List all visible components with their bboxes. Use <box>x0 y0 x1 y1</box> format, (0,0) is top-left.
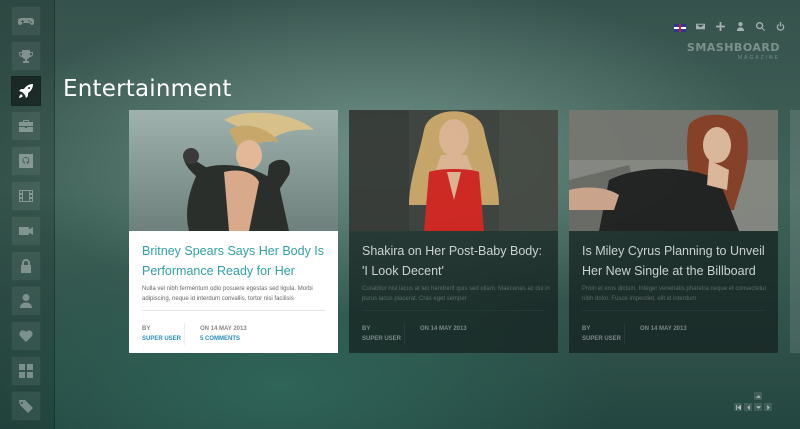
article-title[interactable]: Shakira on Her Post-Baby Body: 'I Look D… <box>362 241 547 281</box>
briefcase-icon <box>19 120 33 132</box>
article-title[interactable]: Is Miley Cyrus Planning to Unveil Her Ne… <box>582 241 767 281</box>
first-page-icon <box>735 404 741 410</box>
article-date-meta: ON 14 MAY 2013 <box>640 324 687 334</box>
pager-first-button[interactable] <box>734 403 742 411</box>
language-button[interactable] <box>672 19 688 33</box>
github-icon <box>19 154 33 168</box>
uk-flag-icon <box>674 23 686 32</box>
divider <box>142 310 325 311</box>
by-label: BY <box>582 326 591 332</box>
article-body: Is Miley Cyrus Planning to Unveil Her Ne… <box>569 231 778 353</box>
article-card[interactable]: Is Miley Cyrus Planning to Unveil Her Ne… <box>569 110 778 353</box>
tags-icon <box>19 400 33 413</box>
sidebar-item-business[interactable] <box>11 111 41 141</box>
photo-britney <box>129 110 338 231</box>
article-excerpt: Nulla vel nibh fermentum odio posuere eg… <box>142 286 313 302</box>
trophy-icon <box>19 50 33 63</box>
brand-name: SMASHBOARD <box>686 41 780 54</box>
article-card[interactable]: Shakira on Her Post-Baby Body: 'I Look D… <box>349 110 558 353</box>
article-date: ON 14 MAY 2013 <box>200 326 247 332</box>
article-excerpt: Curabitur nisl lacus at leo hendrerit qu… <box>362 286 550 302</box>
logout-button[interactable] <box>772 19 788 33</box>
article-photo[interactable] <box>129 110 338 231</box>
brand-subtitle: MAGAZINE <box>737 55 780 61</box>
article-photo[interactable] <box>349 110 558 231</box>
comments-link[interactable]: 5 COMMENTS <box>200 334 247 344</box>
rocket-icon <box>19 84 33 98</box>
divider <box>362 310 545 311</box>
sidebar-item-people[interactable] <box>11 286 41 316</box>
article-date: ON 14 MAY 2013 <box>640 326 687 332</box>
divider <box>184 323 185 345</box>
sidebar-item-favorites[interactable] <box>11 321 41 351</box>
divider <box>582 310 765 311</box>
grid-icon <box>19 364 33 378</box>
article-date-meta: ON 14 MAY 2013 5 COMMENTS <box>200 324 247 344</box>
article-author-meta: BY SUPER USER <box>142 324 181 344</box>
article-excerpt: Proin et eros dictum. Integer venenatis … <box>582 286 767 302</box>
article-author-meta: BY SUPER USER <box>582 324 621 344</box>
pager-next-button[interactable] <box>764 403 772 411</box>
top-toolbar <box>672 19 788 33</box>
article-body: Britney Spears Says Her Body Is Performa… <box>129 231 338 353</box>
divider <box>624 323 625 345</box>
article-photo[interactable] <box>569 110 778 231</box>
article-body: Shakira on Her Post-Baby Body: 'I Look D… <box>349 231 558 353</box>
chevron-right-icon <box>766 404 770 410</box>
video-camera-icon <box>19 227 33 235</box>
search-icon <box>755 21 765 31</box>
by-label: BY <box>142 326 151 332</box>
sidebar-item-entertainment[interactable] <box>11 76 41 106</box>
sidebar-nav <box>0 0 55 429</box>
sidebar-item-security[interactable] <box>11 251 41 281</box>
sidebar-item-tech[interactable] <box>11 146 41 176</box>
sidebar-item-tags[interactable] <box>11 391 41 421</box>
pager-down-button[interactable] <box>754 403 762 411</box>
sidebar-item-movies[interactable] <box>11 181 41 211</box>
chevron-left-icon <box>746 404 750 410</box>
user-icon <box>20 294 32 308</box>
user-icon <box>736 21 744 31</box>
search-button[interactable] <box>752 19 768 33</box>
article-author-meta: BY SUPER USER <box>362 324 401 344</box>
carousel-pager <box>734 392 778 416</box>
author-link[interactable]: SUPER USER <box>142 334 181 344</box>
sidebar-item-sports[interactable] <box>11 41 41 71</box>
article-date-meta: ON 14 MAY 2013 <box>420 324 467 334</box>
chevron-up-icon <box>755 394 761 398</box>
lock-icon <box>21 259 31 273</box>
heart-icon <box>19 330 33 342</box>
author-link[interactable]: SUPER USER <box>362 334 401 344</box>
article-title[interactable]: Britney Spears Says Her Body Is Performa… <box>142 241 327 281</box>
power-icon <box>776 21 784 31</box>
gamepad-icon <box>18 18 34 25</box>
pager-prev-button[interactable] <box>744 403 752 411</box>
plus-icon <box>715 21 725 31</box>
next-article-card-peek[interactable] <box>790 110 800 353</box>
chevron-down-icon <box>755 405 761 409</box>
divider <box>404 323 405 345</box>
author-link[interactable]: SUPER USER <box>582 334 621 344</box>
messages-button[interactable] <box>692 19 708 33</box>
photo-shakira <box>349 110 558 231</box>
sidebar-item-games[interactable] <box>11 6 41 36</box>
article-card[interactable]: Britney Spears Says Her Body Is Performa… <box>129 110 338 353</box>
sidebar-item-apps[interactable] <box>11 356 41 386</box>
page-title: Entertainment <box>63 76 232 102</box>
by-label: BY <box>362 326 371 332</box>
add-button[interactable] <box>712 19 728 33</box>
film-icon <box>19 190 33 202</box>
mail-icon <box>695 23 705 29</box>
pager-up-button[interactable] <box>754 392 762 400</box>
photo-miley <box>569 110 778 231</box>
article-date: ON 14 MAY 2013 <box>420 326 467 332</box>
account-button[interactable] <box>732 19 748 33</box>
brand-logo[interactable]: SMASHBOARD MAGAZINE <box>687 41 780 61</box>
sidebar-item-video[interactable] <box>11 216 41 246</box>
